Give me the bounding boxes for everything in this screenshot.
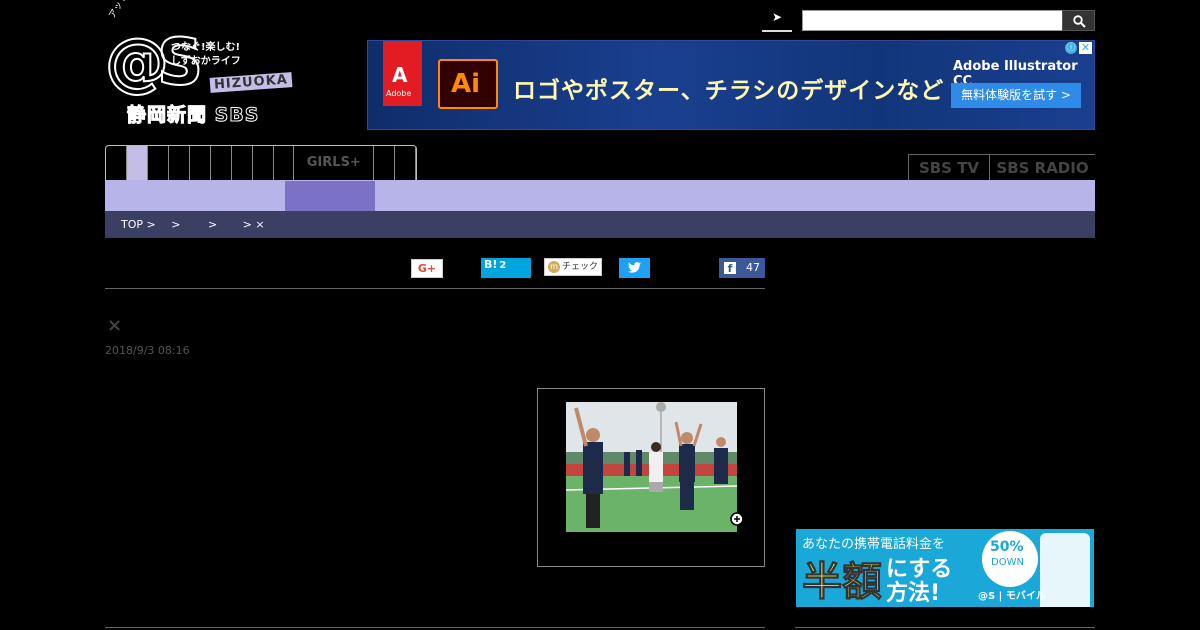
discount-badge-down: DOWN [991, 557, 1024, 568]
nav-item[interactable] [148, 146, 169, 180]
logo-paper-name: 静岡新聞 SBS [126, 104, 260, 127]
nav-item[interactable] [395, 146, 417, 180]
ad-side-brand: @S | モバイル [978, 591, 1046, 602]
nav-item-girls[interactable]: GIRLS+ [294, 146, 375, 180]
adobe-banner-ad[interactable]: A Adobe Ai ロゴやポスター、チラシのデザインなど Adobe Illu… [367, 40, 1095, 130]
hatena-count: 2 [499, 260, 507, 271]
sub-nav-item-active[interactable] [285, 181, 375, 211]
ad-close-icon[interactable]: ✕ [1079, 42, 1092, 54]
search-input[interactable] [802, 10, 1063, 31]
ad-side-mid2: 方法! [886, 581, 941, 606]
twitter-bird-icon [628, 262, 641, 273]
search-button[interactable] [1062, 10, 1095, 31]
logo-hizuoka: HIZUOKA [209, 72, 293, 93]
article-title: × [107, 315, 123, 336]
mixi-check-button[interactable]: m チェック [544, 258, 602, 276]
ad-side-big: 半額 [802, 559, 883, 606]
logo-tagline-2: しずおかライフ [171, 56, 241, 67]
nav-item[interactable] [106, 146, 127, 180]
adobe-logo-icon: A [392, 63, 408, 87]
breadcrumb-item[interactable]: > [171, 218, 180, 231]
logo-tagline-1: つなぐ!楽しむ! [171, 42, 241, 53]
google-plus-share-button[interactable]: G+ [411, 259, 443, 278]
breadcrumb: TOP > > > > × [105, 211, 1095, 238]
ad-headline: ロゴやポスター、チラシのデザインなど [513, 78, 945, 104]
smartphone-illustration [1040, 533, 1090, 607]
nav-item[interactable] [253, 146, 274, 180]
nav-item[interactable] [374, 146, 396, 180]
main-nav: GIRLS+ [105, 145, 417, 180]
divider [105, 288, 765, 289]
nav-item[interactable] [232, 146, 253, 180]
nav-item[interactable] [169, 146, 190, 180]
sub-nav [105, 180, 1095, 211]
breadcrumb-item-current: > × [242, 218, 265, 231]
search-icon [1073, 15, 1086, 28]
hatena-icon: B! [484, 258, 498, 271]
divider [795, 627, 1095, 628]
arrow-icon: ➤ [771, 10, 783, 24]
mobile-plan-banner-ad[interactable]: あなたの携帯電話料金を 半額 にする 方法! 50% DOWN @S | モバイ… [796, 529, 1094, 607]
nav-item[interactable] [211, 146, 232, 180]
search-tab[interactable]: ➤ [762, 10, 792, 32]
twitter-share-button[interactable] [619, 258, 650, 278]
discount-badge-percent: 50% [990, 539, 1024, 555]
facebook-share-button[interactable]: f 47 [719, 258, 765, 278]
article-photo[interactable] [566, 402, 737, 532]
mixi-icon: m [548, 260, 560, 273]
breadcrumb-item-top[interactable]: TOP > [121, 218, 156, 231]
discount-badge: 50% DOWN [982, 531, 1038, 587]
nav-item[interactable] [274, 146, 295, 180]
ad-info-icon[interactable]: ⓘ [1065, 42, 1077, 54]
adobe-logo: A Adobe [383, 41, 422, 106]
illustrator-icon: Ai [438, 59, 498, 109]
ad-cta-button[interactable]: 無料体験版を試す > [951, 83, 1081, 108]
nav-item-active[interactable] [126, 146, 148, 180]
breadcrumb-item[interactable]: > [208, 218, 217, 231]
nav-item[interactable] [190, 146, 211, 180]
divider [105, 627, 765, 628]
illustrator-icon-label: Ai [451, 69, 481, 99]
logo-vertical-text: アットエス [105, 0, 139, 21]
facebook-icon: f [724, 262, 736, 275]
site-logo[interactable]: アットエス @S つなぐ!楽しむ! しずおかライフ HIZUOKA 静岡新聞 S… [104, 0, 295, 130]
mixi-label: チェック [562, 262, 599, 272]
article-photo-image [566, 402, 737, 532]
adobe-logo-label: Adobe [386, 89, 412, 98]
sbs-tv-link[interactable]: SBS TV [908, 154, 989, 180]
hatena-bookmark-button[interactable]: B! 2 [481, 258, 531, 278]
facebook-count: 47 [746, 261, 760, 274]
sbs-radio-link[interactable]: SBS RADIO [989, 154, 1095, 180]
zoom-in-icon[interactable] [729, 511, 749, 531]
article-date: 2018/9/3 08:16 [105, 344, 190, 357]
